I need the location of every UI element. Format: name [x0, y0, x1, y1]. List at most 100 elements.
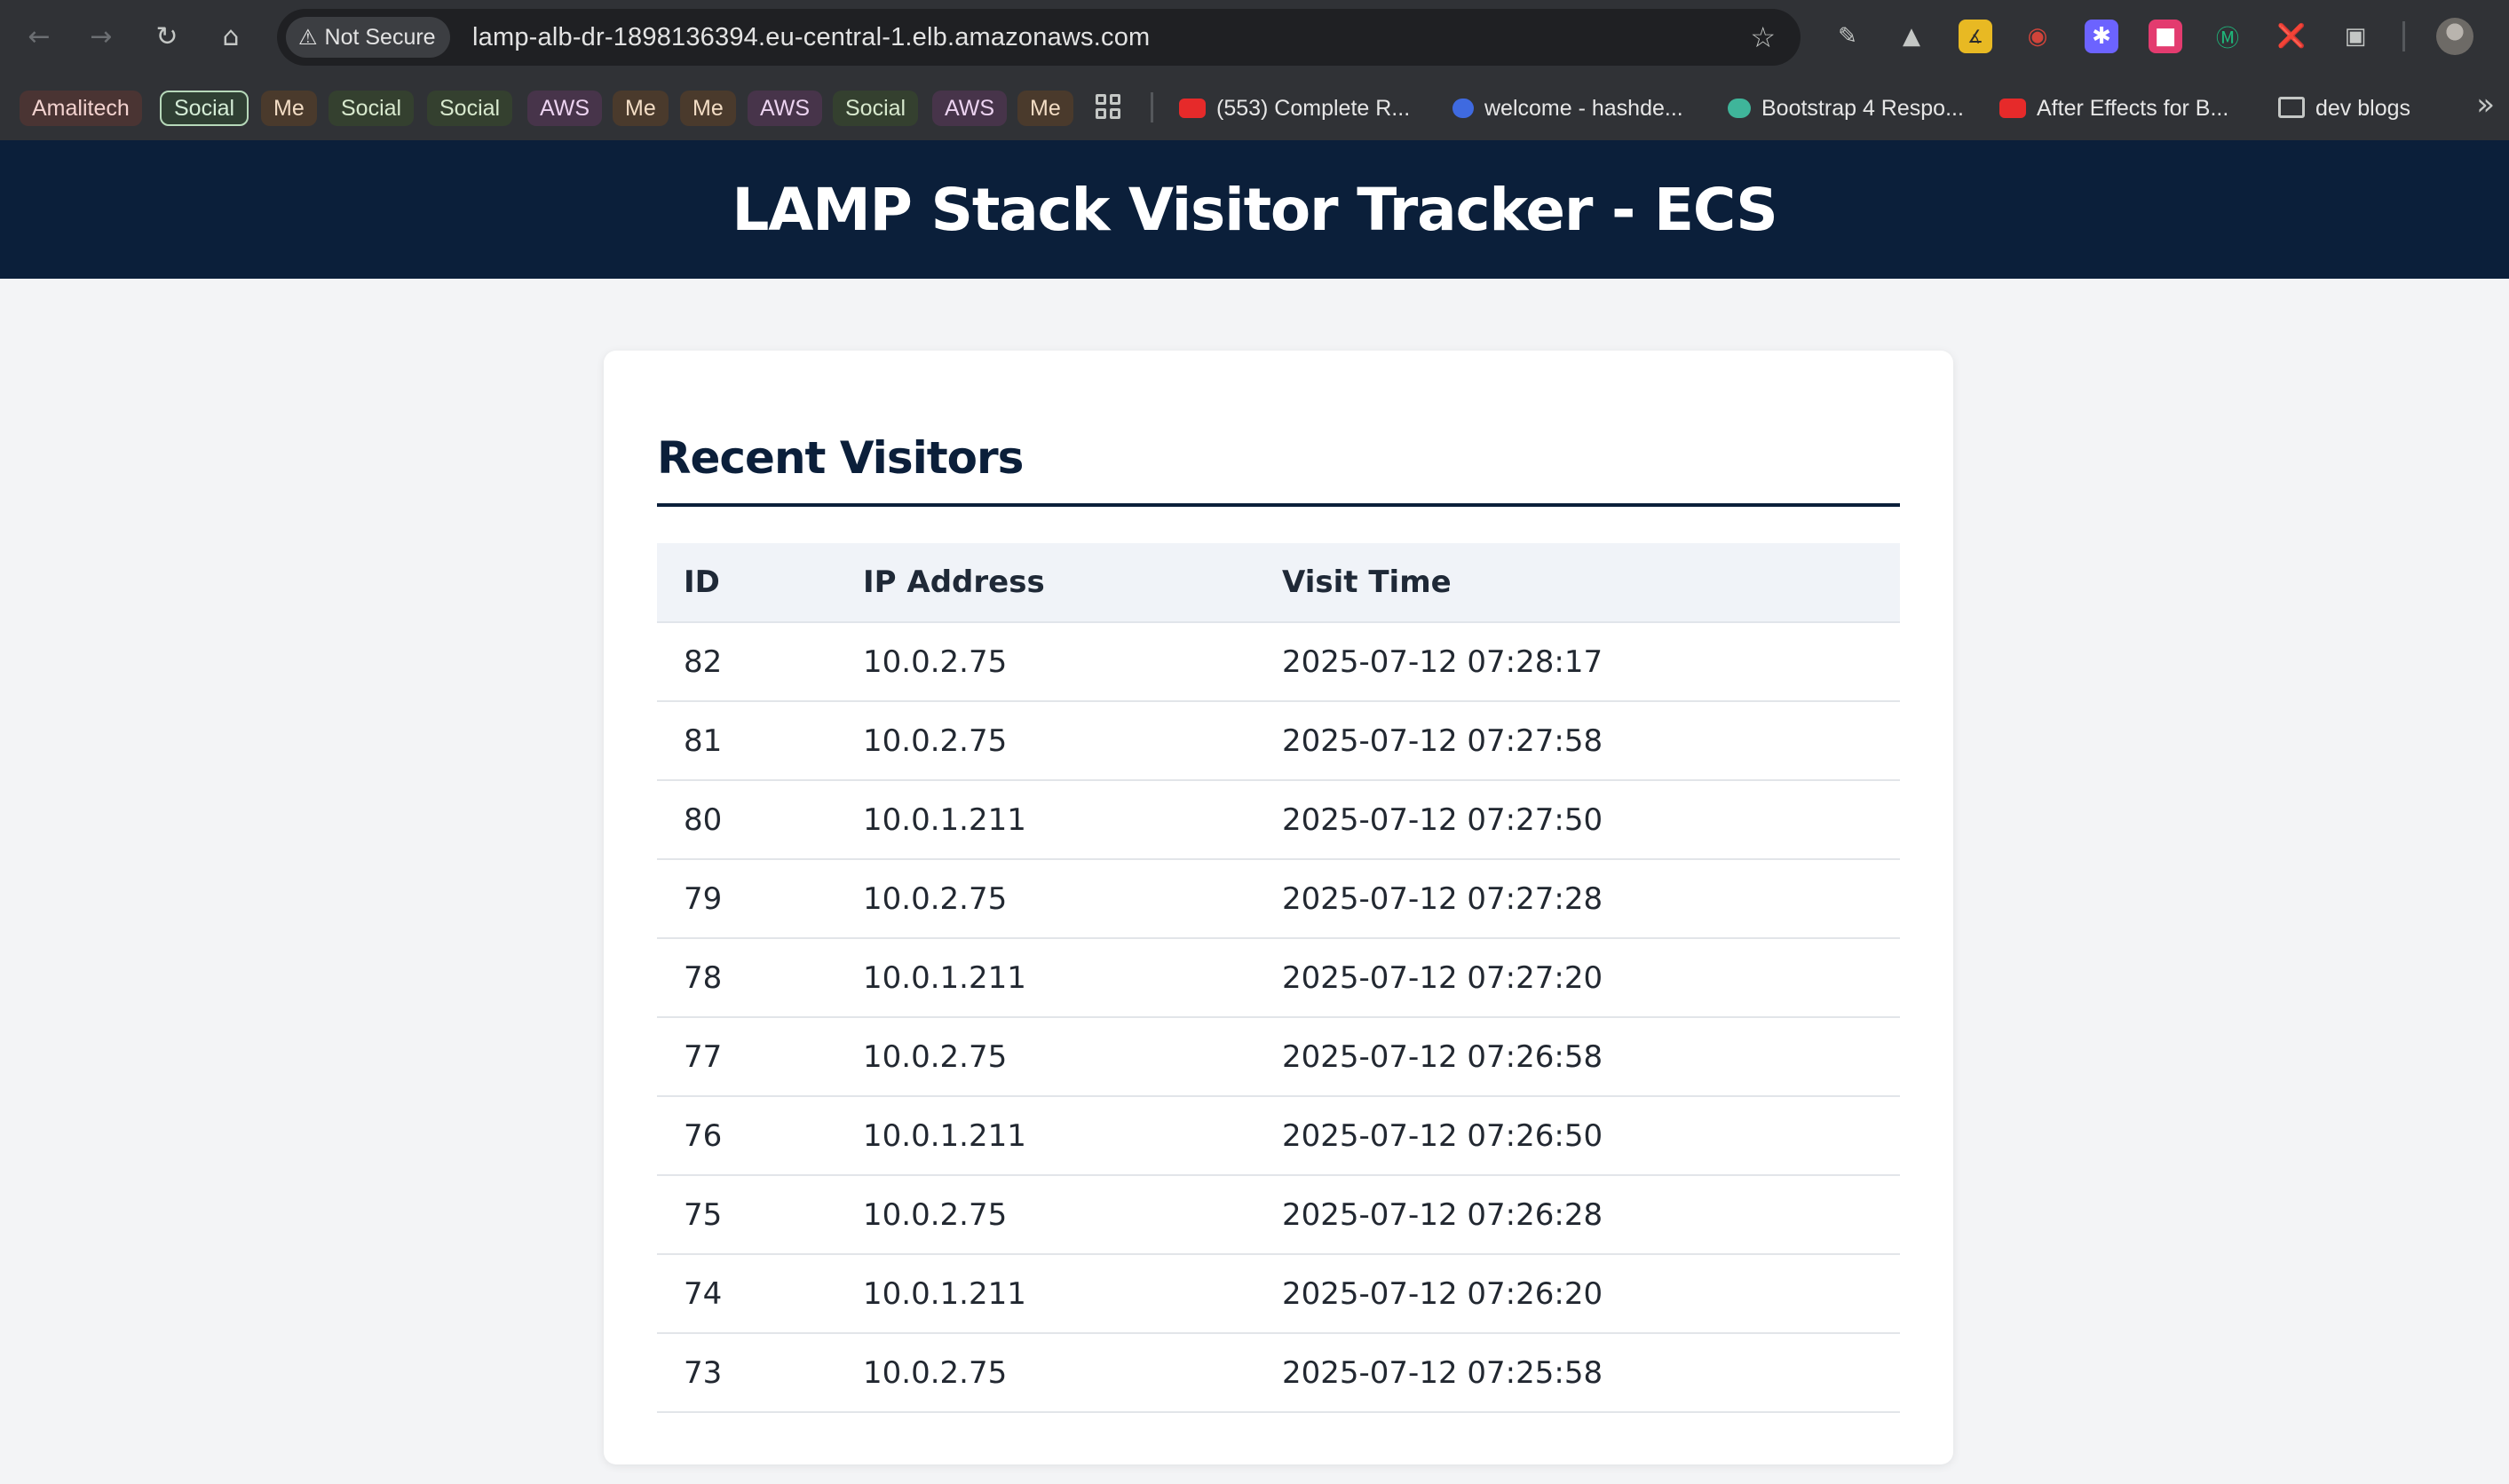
bookmark-group-me[interactable]: Me	[613, 91, 669, 126]
section-title: Recent Visitors	[657, 432, 1024, 484]
cell-visit-time: 2025-07-12 07:27:58	[1255, 701, 1900, 781]
home-icon[interactable]: ⌂	[210, 15, 252, 58]
grammarly-extension-icon[interactable]: Ⓜ	[2211, 20, 2244, 53]
bookmark-group-aws[interactable]: AWS	[932, 91, 1008, 126]
cell-visit-time: 2025-07-12 07:25:58	[1255, 1333, 1900, 1413]
cell-id: 80	[657, 780, 836, 860]
forward-arrow-icon[interactable]: →	[80, 15, 123, 58]
cell-ip: 10.0.2.75	[836, 701, 1255, 781]
cell-id: 77	[657, 1017, 836, 1097]
bookmark-group-aws[interactable]: AWS	[527, 91, 603, 126]
visitors-table: ID IP Address Visit Time 82 10.0.2.75 2025…	[657, 543, 1900, 1413]
cell-visit-time: 2025-07-12 07:26:28	[1255, 1175, 1900, 1255]
bookmarks-divider	[1151, 92, 1153, 122]
profile-avatar[interactable]	[2436, 18, 2473, 55]
cell-ip: 10.0.1.211	[836, 1254, 1255, 1334]
cell-visit-time: 2025-07-12 07:26:50	[1255, 1096, 1900, 1176]
site-header: LAMP Stack Visitor Tracker - ECS	[0, 140, 2509, 279]
pen-extension-icon[interactable]: ✎	[1831, 20, 1864, 53]
table-row: 78 10.0.1.211 2025-07-12 07:27:20	[657, 938, 1900, 1018]
cell-id: 74	[657, 1254, 836, 1334]
cell-ip: 10.0.2.75	[836, 1333, 1255, 1413]
security-chip[interactable]: ⚠ Not Secure	[286, 17, 450, 58]
bookmark-group-aws[interactable]: AWS	[748, 91, 823, 126]
capture-extension-icon[interactable]: ■	[2149, 20, 2182, 53]
bookmark-folder-dev-blogs[interactable]: dev blogs	[2273, 91, 2416, 126]
title-underline	[657, 503, 1900, 507]
bookmark-label: welcome - hashde...	[1484, 96, 1683, 121]
bookmarks-bar: Amalitech Social Me Social Social AWS Me…	[0, 73, 2509, 140]
cell-ip: 10.0.2.75	[836, 1175, 1255, 1255]
more-bookmarks-chevron-icon[interactable]: »	[2476, 87, 2495, 122]
puzzle-extensions-icon[interactable]: ▣	[2339, 20, 2372, 53]
cell-id: 79	[657, 859, 836, 939]
bookmark-group-social[interactable]: Social	[427, 91, 513, 126]
bookmark-youtube-complete[interactable]: (553) Complete R...	[1174, 91, 1415, 126]
gear-extension-icon[interactable]: ✱	[2085, 20, 2118, 53]
column-header-id: ID	[657, 543, 836, 623]
cell-ip: 10.0.2.75	[836, 1017, 1255, 1097]
toolbar-divider	[2402, 21, 2405, 51]
bookmark-bootstrap[interactable]: Bootstrap 4 Respo...	[1722, 91, 1969, 126]
record-extension-icon[interactable]: ◉	[2021, 20, 2054, 53]
cell-id: 75	[657, 1175, 836, 1255]
bookmark-group-social[interactable]: Social	[160, 91, 249, 126]
url-text[interactable]: lamp-alb-dr-1898136394.eu-central-1.elb.…	[472, 9, 1150, 66]
cell-id: 82	[657, 622, 836, 702]
bookmark-label: Bootstrap 4 Respo...	[1761, 96, 1964, 121]
bookmark-group-me[interactable]: Me	[1017, 91, 1073, 126]
table-row: 82 10.0.2.75 2025-07-12 07:28:17	[657, 622, 1900, 702]
table-row: 77 10.0.2.75 2025-07-12 07:26:58	[657, 1017, 1900, 1097]
bookmark-group-amalitech[interactable]: Amalitech	[20, 91, 142, 126]
cell-id: 76	[657, 1096, 836, 1176]
cell-id: 78	[657, 938, 836, 1018]
bookmark-group-me[interactable]: Me	[680, 91, 736, 126]
security-label: Not Secure	[324, 24, 436, 50]
hashnode-icon	[1452, 99, 1474, 118]
cell-ip: 10.0.1.211	[836, 780, 1255, 860]
cell-visit-time: 2025-07-12 07:27:28	[1255, 859, 1900, 939]
bookmark-group-social[interactable]: Social	[328, 91, 415, 126]
back-arrow-icon[interactable]: ←	[18, 15, 60, 58]
bookmark-label: dev blogs	[2315, 96, 2411, 121]
cell-visit-time: 2025-07-12 07:26:20	[1255, 1254, 1900, 1334]
bookmark-after-effects[interactable]: After Effects for B...	[1994, 91, 2234, 126]
notes-extension-icon[interactable]: ∡	[1959, 20, 1992, 53]
table-row: 76 10.0.1.211 2025-07-12 07:26:50	[657, 1096, 1900, 1176]
bookmark-label: After Effects for B...	[2037, 96, 2229, 121]
page-title: LAMP Stack Visitor Tracker - ECS	[732, 175, 1777, 244]
bookmark-star-icon[interactable]: ☆	[1750, 9, 1776, 66]
browser-toolbar: ← → ↻ ⌂ ⚠ Not Secure lamp-alb-dr-1898136…	[0, 0, 2509, 73]
column-header-visit-time: Visit Time	[1255, 543, 1900, 623]
cell-id: 81	[657, 701, 836, 781]
reload-icon[interactable]: ↻	[146, 15, 188, 58]
cell-ip: 10.0.1.211	[836, 1096, 1255, 1176]
table-header-row: ID IP Address Visit Time	[657, 543, 1900, 623]
apps-grid-icon[interactable]	[1096, 94, 1122, 121]
table-row: 74 10.0.1.211 2025-07-12 07:26:20	[657, 1254, 1900, 1334]
table-row: 80 10.0.1.211 2025-07-12 07:27:50	[657, 780, 1900, 860]
table-row: 79 10.0.2.75 2025-07-12 07:27:28	[657, 859, 1900, 939]
cell-visit-time: 2025-07-12 07:26:58	[1255, 1017, 1900, 1097]
youtube-icon	[1179, 99, 1206, 118]
cell-ip: 10.0.2.75	[836, 622, 1255, 702]
bookmark-group-social[interactable]: Social	[833, 91, 919, 126]
ghostery-extension-icon[interactable]: ❌	[2275, 20, 2308, 53]
bookmark-hashdev[interactable]: welcome - hashde...	[1447, 91, 1689, 126]
bookmark-group-me[interactable]: Me	[261, 91, 317, 126]
cell-visit-time: 2025-07-12 07:27:20	[1255, 938, 1900, 1018]
angular-extension-icon[interactable]: ▲	[1895, 20, 1928, 53]
folder-icon	[2278, 97, 2305, 118]
cell-visit-time: 2025-07-12 07:27:50	[1255, 780, 1900, 860]
cell-id: 73	[657, 1333, 836, 1413]
visitors-card: Recent Visitors ID IP Address Visit Time…	[604, 351, 1953, 1464]
warning-icon: ⚠	[298, 25, 318, 50]
table-row: 73 10.0.2.75 2025-07-12 07:25:58	[657, 1333, 1900, 1413]
cell-ip: 10.0.1.211	[836, 938, 1255, 1018]
bootstrap-icon	[1728, 99, 1751, 118]
bookmark-label: (553) Complete R...	[1216, 96, 1411, 121]
table-row: 75 10.0.2.75 2025-07-12 07:26:28	[657, 1175, 1900, 1255]
table-row: 81 10.0.2.75 2025-07-12 07:27:58	[657, 701, 1900, 781]
youtube-icon	[1999, 99, 2026, 118]
address-bar[interactable]: ⚠ Not Secure lamp-alb-dr-1898136394.eu-c…	[277, 9, 1801, 66]
